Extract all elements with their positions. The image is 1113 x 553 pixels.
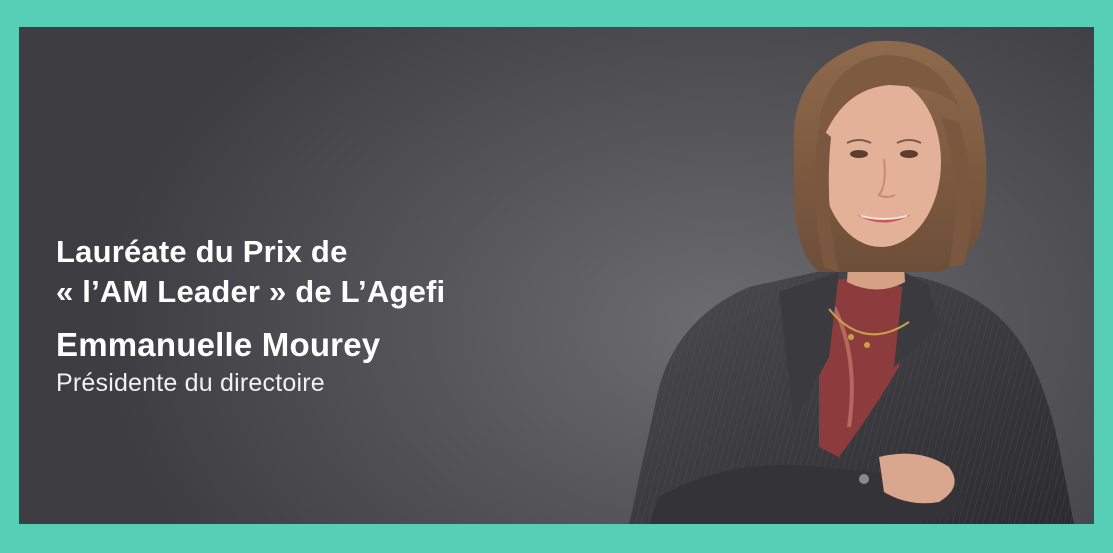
banner-panel: Lauréate du Prix de « l’AM Leader » de L… [19, 27, 1094, 524]
banner-frame: Lauréate du Prix de « l’AM Leader » de L… [0, 0, 1113, 553]
person-name: Emmanuelle Mourey [56, 326, 381, 363]
person-role: Présidente du directoire [56, 369, 325, 397]
award-headline-line1: Lauréate du Prix de [56, 234, 348, 269]
text-block: Lauréate du Prix de « l’AM Leader » de L… [56, 232, 616, 398]
award-headline: Lauréate du Prix de « l’AM Leader » de L… [56, 232, 616, 312]
award-headline-line2: « l’AM Leader » de L’Agefi [56, 274, 446, 309]
portrait-image [629, 40, 1074, 524]
